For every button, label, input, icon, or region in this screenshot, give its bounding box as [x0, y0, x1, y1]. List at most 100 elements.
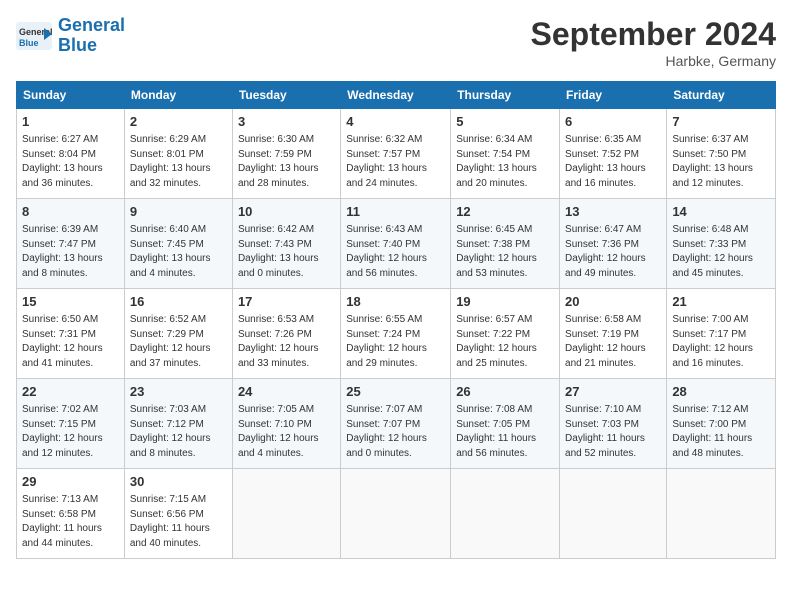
- calendar-cell: 10 Sunrise: 6:42 AM Sunset: 7:43 PM Dayli…: [232, 199, 340, 289]
- calendar-table: SundayMondayTuesdayWednesdayThursdayFrid…: [16, 81, 776, 559]
- day-detail: Sunrise: 6:52 AM Sunset: 7:29 PM Dayligh…: [130, 313, 227, 371]
- week-row-5: 29 Sunrise: 7:13 AM Sunset: 6:58 PM Dayli…: [17, 469, 776, 559]
- col-header-tuesday: Tuesday: [232, 82, 340, 109]
- calendar-cell: 18 Sunrise: 6:55 AM Sunset: 7:24 PM Dayli…: [341, 289, 451, 379]
- day-detail: Sunrise: 6:37 AM Sunset: 7:50 PM Dayligh…: [672, 133, 770, 191]
- calendar-cell: 2Sunrise: 6:29 AM Sunset: 8:01 PM Daylig…: [124, 109, 232, 199]
- col-header-sunday: Sunday: [17, 82, 125, 109]
- day-detail: Sunrise: 7:05 AM Sunset: 7:10 PM Dayligh…: [238, 403, 335, 461]
- day-number: 5: [456, 113, 554, 131]
- calendar-cell: 8 Sunrise: 6:39 AM Sunset: 7:47 PM Daylig…: [17, 199, 125, 289]
- day-number: 1: [22, 113, 119, 131]
- day-detail: Sunrise: 6:55 AM Sunset: 7:24 PM Dayligh…: [346, 313, 445, 371]
- day-detail: Sunrise: 6:39 AM Sunset: 7:47 PM Dayligh…: [22, 223, 119, 281]
- day-detail: Sunrise: 6:47 AM Sunset: 7:36 PM Dayligh…: [565, 223, 661, 281]
- day-number: 29: [22, 473, 119, 491]
- calendar-cell: 20Sunrise: 6:58 AM Sunset: 7:19 PM Dayli…: [560, 289, 667, 379]
- day-number: 30: [130, 473, 227, 491]
- calendar-cell: 5Sunrise: 6:34 AM Sunset: 7:54 PM Daylig…: [451, 109, 560, 199]
- day-number: 6: [565, 113, 661, 131]
- calendar-header-row: SundayMondayTuesdayWednesdayThursdayFrid…: [17, 82, 776, 109]
- col-header-friday: Friday: [560, 82, 667, 109]
- calendar-cell: 7 Sunrise: 6:37 AM Sunset: 7:50 PM Daylig…: [667, 109, 776, 199]
- col-header-wednesday: Wednesday: [341, 82, 451, 109]
- logo-icon: General Blue: [16, 22, 52, 50]
- calendar-cell: 1 Sunrise: 6:27 AM Sunset: 8:04 PM Daylig…: [17, 109, 125, 199]
- day-number: 10: [238, 203, 335, 221]
- calendar-cell: [560, 469, 667, 559]
- title-block: September 2024 Harbke, Germany: [531, 16, 776, 69]
- calendar-cell: [232, 469, 340, 559]
- day-number: 4: [346, 113, 445, 131]
- calendar-cell: 21 Sunrise: 7:00 AM Sunset: 7:17 PM Dayli…: [667, 289, 776, 379]
- day-number: 15: [22, 293, 119, 311]
- month-title: September 2024: [531, 16, 776, 53]
- day-number: 24: [238, 383, 335, 401]
- day-number: 2: [130, 113, 227, 131]
- calendar-cell: 28Sunrise: 7:12 AM Sunset: 7:00 PM Dayli…: [667, 379, 776, 469]
- calendar-cell: 9Sunrise: 6:40 AM Sunset: 7:45 PM Daylig…: [124, 199, 232, 289]
- day-detail: Sunrise: 7:08 AM Sunset: 7:05 PM Dayligh…: [456, 403, 554, 461]
- calendar-cell: [667, 469, 776, 559]
- calendar-cell: 25Sunrise: 7:07 AM Sunset: 7:07 PM Dayli…: [341, 379, 451, 469]
- day-detail: Sunrise: 6:50 AM Sunset: 7:31 PM Dayligh…: [22, 313, 119, 371]
- week-row-1: 1 Sunrise: 6:27 AM Sunset: 8:04 PM Daylig…: [17, 109, 776, 199]
- logo-text: General Blue: [58, 16, 125, 56]
- week-row-2: 8 Sunrise: 6:39 AM Sunset: 7:47 PM Daylig…: [17, 199, 776, 289]
- day-number: 19: [456, 293, 554, 311]
- day-number: 26: [456, 383, 554, 401]
- day-detail: Sunrise: 6:27 AM Sunset: 8:04 PM Dayligh…: [22, 133, 119, 191]
- calendar-cell: 30 Sunrise: 7:15 AM Sunset: 6:56 PM Dayli…: [124, 469, 232, 559]
- calendar-cell: 3 Sunrise: 6:30 AM Sunset: 7:59 PM Daylig…: [232, 109, 340, 199]
- day-number: 22: [22, 383, 119, 401]
- calendar-cell: [451, 469, 560, 559]
- day-detail: Sunrise: 7:15 AM Sunset: 6:56 PM Dayligh…: [130, 493, 227, 551]
- calendar-cell: 22Sunrise: 7:02 AM Sunset: 7:15 PM Dayli…: [17, 379, 125, 469]
- col-header-monday: Monday: [124, 82, 232, 109]
- calendar-cell: 26 Sunrise: 7:08 AM Sunset: 7:05 PM Dayli…: [451, 379, 560, 469]
- svg-text:Blue: Blue: [19, 38, 39, 48]
- day-number: 13: [565, 203, 661, 221]
- calendar-cell: 6 Sunrise: 6:35 AM Sunset: 7:52 PM Daylig…: [560, 109, 667, 199]
- calendar-cell: 13 Sunrise: 6:47 AM Sunset: 7:36 PM Dayli…: [560, 199, 667, 289]
- logo-blue: Blue: [58, 35, 97, 55]
- day-detail: Sunrise: 6:45 AM Sunset: 7:38 PM Dayligh…: [456, 223, 554, 281]
- page-header: General Blue General Blue September 2024…: [16, 16, 776, 69]
- day-number: 18: [346, 293, 445, 311]
- day-detail: Sunrise: 6:35 AM Sunset: 7:52 PM Dayligh…: [565, 133, 661, 191]
- day-number: 23: [130, 383, 227, 401]
- day-detail: Sunrise: 7:00 AM Sunset: 7:17 PM Dayligh…: [672, 313, 770, 371]
- logo: General Blue General Blue: [16, 16, 125, 56]
- calendar-cell: 15 Sunrise: 6:50 AM Sunset: 7:31 PM Dayli…: [17, 289, 125, 379]
- day-detail: Sunrise: 7:07 AM Sunset: 7:07 PM Dayligh…: [346, 403, 445, 461]
- calendar-cell: 24 Sunrise: 7:05 AM Sunset: 7:10 PM Dayli…: [232, 379, 340, 469]
- location: Harbke, Germany: [531, 53, 776, 69]
- day-number: 14: [672, 203, 770, 221]
- day-number: 11: [346, 203, 445, 221]
- day-number: 3: [238, 113, 335, 131]
- day-number: 16: [130, 293, 227, 311]
- day-detail: Sunrise: 7:10 AM Sunset: 7:03 PM Dayligh…: [565, 403, 661, 461]
- day-detail: Sunrise: 6:32 AM Sunset: 7:57 PM Dayligh…: [346, 133, 445, 191]
- day-detail: Sunrise: 6:48 AM Sunset: 7:33 PM Dayligh…: [672, 223, 770, 281]
- day-detail: Sunrise: 6:42 AM Sunset: 7:43 PM Dayligh…: [238, 223, 335, 281]
- day-detail: Sunrise: 6:40 AM Sunset: 7:45 PM Dayligh…: [130, 223, 227, 281]
- day-number: 17: [238, 293, 335, 311]
- calendar-cell: 19Sunrise: 6:57 AM Sunset: 7:22 PM Dayli…: [451, 289, 560, 379]
- day-detail: Sunrise: 7:03 AM Sunset: 7:12 PM Dayligh…: [130, 403, 227, 461]
- day-number: 28: [672, 383, 770, 401]
- calendar-cell: 27Sunrise: 7:10 AM Sunset: 7:03 PM Dayli…: [560, 379, 667, 469]
- day-number: 8: [22, 203, 119, 221]
- day-detail: Sunrise: 7:13 AM Sunset: 6:58 PM Dayligh…: [22, 493, 119, 551]
- calendar-cell: 23 Sunrise: 7:03 AM Sunset: 7:12 PM Dayli…: [124, 379, 232, 469]
- day-detail: Sunrise: 6:30 AM Sunset: 7:59 PM Dayligh…: [238, 133, 335, 191]
- col-header-thursday: Thursday: [451, 82, 560, 109]
- week-row-3: 15 Sunrise: 6:50 AM Sunset: 7:31 PM Dayli…: [17, 289, 776, 379]
- calendar-cell: 11Sunrise: 6:43 AM Sunset: 7:40 PM Dayli…: [341, 199, 451, 289]
- day-number: 21: [672, 293, 770, 311]
- calendar-cell: 29 Sunrise: 7:13 AM Sunset: 6:58 PM Dayli…: [17, 469, 125, 559]
- day-detail: Sunrise: 6:53 AM Sunset: 7:26 PM Dayligh…: [238, 313, 335, 371]
- logo-general: General: [58, 15, 125, 35]
- day-number: 7: [672, 113, 770, 131]
- col-header-saturday: Saturday: [667, 82, 776, 109]
